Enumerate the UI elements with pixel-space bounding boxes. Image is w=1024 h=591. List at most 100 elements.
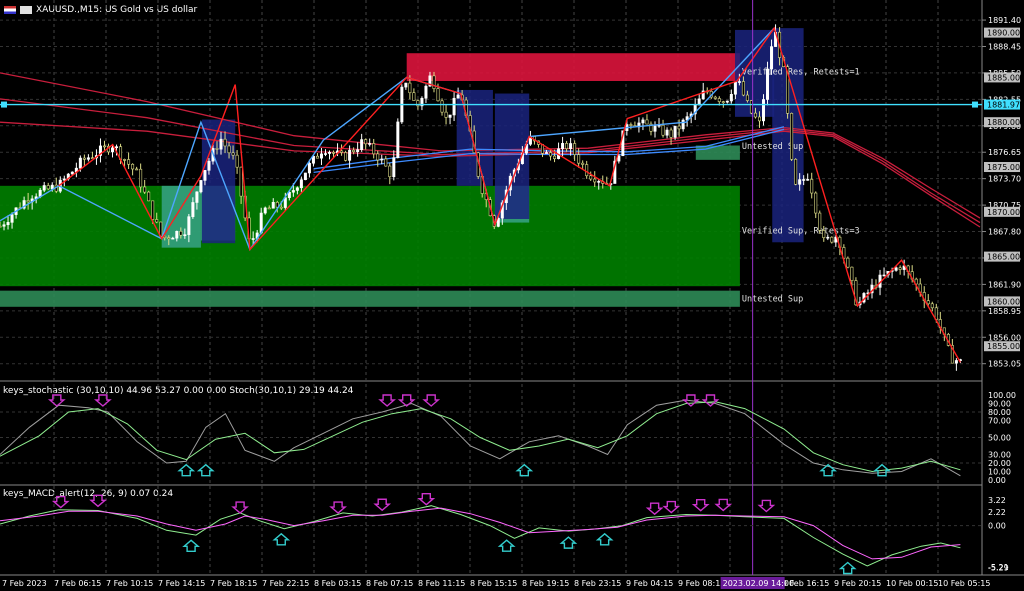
candle-body xyxy=(396,121,400,159)
candle-body xyxy=(251,238,255,240)
candle-body xyxy=(303,172,307,181)
arrow-down-icon xyxy=(51,495,70,509)
candle-body xyxy=(271,202,275,209)
candle-body xyxy=(757,116,761,122)
arrow-down-icon xyxy=(691,498,710,512)
candle-body xyxy=(673,125,677,138)
candle-body xyxy=(131,163,135,170)
candle-body xyxy=(593,178,597,183)
candle-body xyxy=(235,154,239,168)
candle-body xyxy=(167,237,171,240)
candle-body xyxy=(344,152,348,161)
price-tick-label: 1856.00 xyxy=(988,333,1021,342)
time-tick-label: 7 Feb 2023 xyxy=(2,579,47,588)
candle-body xyxy=(219,138,223,150)
price-level-label: 1860.00 xyxy=(987,297,1020,306)
candle-body xyxy=(332,152,336,154)
time-tick-label: 10 Feb 00:15 xyxy=(886,579,938,588)
candle-body xyxy=(127,159,131,165)
time-tick-label: 8 Feb 15:15 xyxy=(470,579,517,588)
candle-body xyxy=(553,155,557,159)
candle-body xyxy=(203,170,207,181)
candle-body xyxy=(597,181,601,183)
candle-body xyxy=(569,143,573,149)
candle-body xyxy=(737,81,741,83)
candle-body xyxy=(62,178,66,181)
current-price-marker xyxy=(1,101,7,108)
candle-body xyxy=(348,149,352,161)
candle-body xyxy=(26,200,30,203)
trading-chart[interactable]: 7 Feb 2023 7 Feb 06:15 7 Feb 10:15 7 Feb 14… xyxy=(0,0,1024,591)
candle-body xyxy=(814,192,818,214)
price-level-label: 1855.00 xyxy=(987,342,1020,351)
arrow-down-icon xyxy=(231,501,249,514)
arrow-up-icon xyxy=(559,536,578,549)
current-price-marker xyxy=(972,101,978,108)
candle-body xyxy=(143,186,147,193)
candle-body xyxy=(733,81,737,95)
candle-body xyxy=(360,139,364,150)
candle-body xyxy=(669,129,673,138)
candle-body xyxy=(573,143,577,155)
candle-body xyxy=(86,157,90,160)
candle-body xyxy=(802,179,806,181)
zone-label: Untested Sup xyxy=(742,294,803,304)
candle-body xyxy=(195,191,199,203)
candle-body xyxy=(721,101,725,103)
arrow-down-icon xyxy=(645,502,664,516)
candle-body xyxy=(850,266,854,281)
candle-body xyxy=(561,143,565,150)
candle-body xyxy=(444,111,448,118)
macd-tick-label: -5.29 xyxy=(988,564,1009,573)
arrow-up-icon xyxy=(196,463,215,477)
candle-body xyxy=(830,236,834,243)
candle-body xyxy=(231,152,235,156)
arrow-down-icon xyxy=(714,498,733,512)
candle-body xyxy=(279,206,283,209)
candle-body xyxy=(123,159,127,161)
time-tick-label: 8 Feb 23:15 xyxy=(574,579,621,588)
candle-body xyxy=(147,191,151,202)
time-tick-label: 8 Feb 07:15 xyxy=(366,579,413,588)
macd-tick-label: 0.00 xyxy=(988,522,1006,531)
candle-body xyxy=(653,125,657,132)
candle-body xyxy=(315,155,319,159)
candle-body xyxy=(323,153,327,155)
candle-body xyxy=(111,147,115,153)
candle-body xyxy=(207,160,211,171)
candle-body xyxy=(6,222,10,226)
candle-body xyxy=(545,152,549,154)
price-level-label: 1880.00 xyxy=(987,118,1020,127)
candle-body xyxy=(452,97,456,116)
candle-body xyxy=(645,119,649,125)
candle-body xyxy=(826,236,830,239)
candle-body xyxy=(436,88,440,102)
candle-body xyxy=(661,124,665,136)
candle-body xyxy=(223,138,227,147)
candle-body xyxy=(717,98,721,102)
candle-body xyxy=(199,180,203,193)
candle-body xyxy=(641,119,645,124)
price-tick-label: 1891.40 xyxy=(988,16,1021,25)
stoch-tick-label: 50.00 xyxy=(988,434,1011,443)
candle-body xyxy=(729,93,733,102)
candle-body xyxy=(372,143,376,155)
candle-body xyxy=(617,155,621,162)
candle-body xyxy=(82,157,86,160)
candle-body xyxy=(448,114,452,118)
price-level-label: 1865.00 xyxy=(987,253,1020,262)
candle-body xyxy=(665,129,669,136)
candle-body xyxy=(307,162,311,174)
candle-body xyxy=(368,143,372,145)
candle-body xyxy=(115,146,119,149)
candle-body xyxy=(766,68,770,100)
candle-body xyxy=(794,158,798,185)
candle-body xyxy=(810,179,814,194)
price-level-label: 1870.00 xyxy=(987,208,1020,217)
candle-body xyxy=(629,124,633,126)
arrow-down-icon xyxy=(662,500,681,514)
candle-body xyxy=(745,94,749,101)
arrow-up-icon xyxy=(177,463,196,477)
macd-tick-label: 2.22 xyxy=(988,508,1006,517)
candle-body xyxy=(183,234,187,236)
